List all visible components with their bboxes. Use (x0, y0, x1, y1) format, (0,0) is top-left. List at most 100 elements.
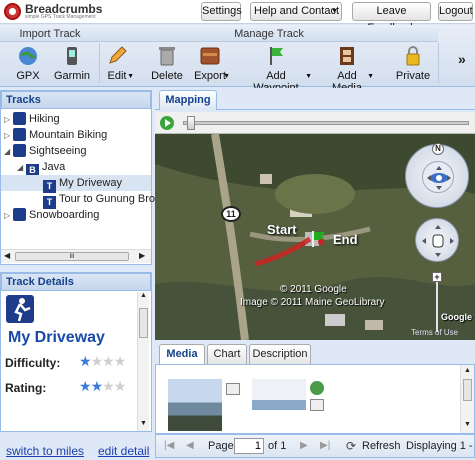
settings-button[interactable]: Settings (201, 2, 242, 21)
playback-slider[interactable] (183, 121, 469, 125)
scroll-thumb[interactable] (463, 379, 472, 401)
logo-mark-icon (4, 3, 21, 20)
tracks-panel: Tracks ▷ Hiking ▷ Mountain Biking ◢ Sightse… (0, 90, 164, 265)
edit-dropdown-icon[interactable]: ▼ (127, 73, 134, 80)
media-dropdown-icon[interactable]: ▼ (367, 73, 374, 80)
scroll-left-icon[interactable]: ◀ (4, 251, 10, 260)
tree-node-java[interactable]: ◢ B Java (17, 159, 65, 177)
tracks-horizontal-scrollbar[interactable]: ◀ III ▶ (1, 249, 151, 263)
tree-node-sightseeing[interactable]: ◢ Sightseeing (4, 143, 87, 159)
satellite-map[interactable]: 11 Start End © 2011 Google Image © 2011 … (155, 134, 475, 340)
export-button[interactable]: Export ▼ (192, 45, 230, 85)
end-flag-icon[interactable] (311, 230, 327, 251)
switch-to-miles-link[interactable]: switch to miles (6, 444, 84, 458)
tree-node-label: Sightseeing (29, 145, 87, 157)
scroll-down-icon[interactable]: ▼ (140, 420, 147, 427)
tab-chart[interactable]: Chart (207, 344, 247, 364)
manage-track-group-title: Manage Track (100, 28, 438, 42)
tree-node-mountain-biking[interactable]: ▷ Mountain Biking (4, 127, 107, 143)
scroll-up-icon[interactable]: ▲ (464, 367, 471, 374)
zoom-slider[interactable] (436, 282, 438, 332)
export-dropdown-icon[interactable]: ▼ (223, 73, 230, 80)
star-icon[interactable]: ★ (91, 378, 104, 394)
hiking-icon (13, 112, 26, 125)
last-page-icon[interactable]: ▶| (320, 440, 330, 451)
help-contact-button[interactable]: Help and Contact ▼ (250, 2, 342, 21)
tree-node-hiking[interactable]: ▷ Hiking (4, 111, 60, 127)
media-thumbnail-lake[interactable] (168, 379, 222, 431)
import-track-group-title: Import Track (0, 28, 100, 42)
hand-pan-control[interactable] (415, 218, 459, 262)
play-icon[interactable] (160, 116, 174, 130)
scroll-up-icon[interactable]: ▲ (140, 292, 147, 299)
star-icon[interactable]: ★ (114, 353, 127, 369)
add-media-button[interactable]: Add Media ▼ (322, 45, 374, 94)
collapse-icon[interactable]: ◢ (4, 144, 13, 160)
sightseeing-icon (13, 144, 26, 157)
logo-tagline: simple GPS Track Management (25, 14, 96, 20)
star-icon[interactable]: ★ (79, 378, 92, 394)
expand-icon[interactable]: ▷ (4, 208, 13, 224)
difficulty-label: Difficulty: (5, 356, 61, 370)
tree-node-tour-gunung-bromo[interactable]: T Tour to Gunung Brom (43, 191, 164, 209)
waypoint-dropdown-icon[interactable]: ▼ (305, 73, 312, 80)
tree-node-label: Hiking (29, 113, 60, 125)
eye-icon[interactable] (422, 161, 454, 193)
edit-details-link[interactable]: edit detail (98, 444, 149, 458)
scroll-down-icon[interactable]: ▼ (464, 421, 471, 428)
media-vertical-scrollbar[interactable]: ▲ ▼ (460, 365, 474, 433)
refresh-icon[interactable]: ⟳ (346, 439, 356, 453)
garmin-import-button[interactable]: Garmin (52, 45, 92, 85)
zoom-in-icon[interactable]: + (432, 272, 442, 282)
add-waypoint-button[interactable]: Add Waypoint ▼ (242, 45, 312, 94)
scroll-thumb[interactable] (139, 308, 148, 338)
difficulty-stars[interactable]: ★★★★ (79, 353, 127, 370)
tab-mapping[interactable]: Mapping (159, 90, 217, 110)
breadcrumbs-logo[interactable]: Breadcrumbs simple GPS Track Management (4, 2, 144, 22)
photo-icon[interactable] (310, 399, 324, 411)
biking-icon (13, 128, 26, 141)
expand-icon[interactable]: ▷ (4, 112, 13, 128)
globe-icon[interactable] (310, 381, 324, 395)
compass-north[interactable]: N (432, 143, 444, 155)
pan-control[interactable]: N (405, 143, 469, 208)
tab-media[interactable]: Media (159, 344, 205, 364)
gpx-import-button[interactable]: GPX (10, 45, 46, 85)
imagery-copyright: Image © 2011 Maine GeoLibrary (240, 297, 385, 308)
google-logo: Google (441, 312, 472, 322)
garmin-label: Garmin (53, 70, 91, 82)
rating-stars[interactable]: ★★★★ (79, 378, 127, 395)
star-icon[interactable]: ★ (102, 378, 115, 394)
slider-thumb[interactable] (187, 116, 195, 130)
scroll-right-icon[interactable]: ▶ (139, 251, 145, 260)
terms-link[interactable]: Terms of Use (411, 328, 458, 337)
leave-feedback-button[interactable]: Leave Feedback (352, 2, 431, 34)
expand-icon[interactable]: ▷ (4, 128, 13, 144)
scroll-thumb[interactable]: III (15, 252, 129, 261)
refresh-label[interactable]: Refresh (362, 440, 401, 452)
tree-node-snowboarding[interactable]: ▷ Snowboarding (4, 207, 99, 223)
page-number-input[interactable] (234, 438, 264, 454)
edit-button[interactable]: Edit ▼ (102, 45, 134, 85)
star-icon[interactable]: ★ (91, 353, 104, 369)
logout-button[interactable]: Logout (438, 2, 473, 21)
star-icon[interactable]: ★ (102, 353, 115, 369)
toolbar-overflow-button[interactable]: » (458, 51, 466, 67)
star-icon[interactable]: ★ (114, 378, 127, 394)
details-vertical-scrollbar[interactable]: ▲ ▼ (137, 292, 149, 431)
prev-page-icon[interactable]: ◀ (186, 440, 194, 451)
next-page-icon[interactable]: ▶ (300, 440, 308, 451)
road-number-badge: 11 (221, 206, 241, 222)
playback-bar (155, 112, 475, 134)
photo-icon[interactable] (226, 383, 240, 395)
tab-description[interactable]: Description (249, 344, 311, 364)
star-icon[interactable]: ★ (79, 353, 92, 369)
first-page-icon[interactable]: |◀ (164, 440, 174, 451)
tree-node-my-driveway[interactable]: T My Driveway (1, 175, 151, 193)
globe-icon (19, 47, 37, 65)
collapse-icon[interactable]: ◢ (17, 160, 26, 176)
media-thumbnail-boat[interactable] (252, 379, 306, 431)
private-button[interactable]: Private (394, 45, 432, 85)
delete-button[interactable]: Delete (150, 45, 184, 85)
media-gallery: ▲ ▼ (155, 364, 475, 434)
